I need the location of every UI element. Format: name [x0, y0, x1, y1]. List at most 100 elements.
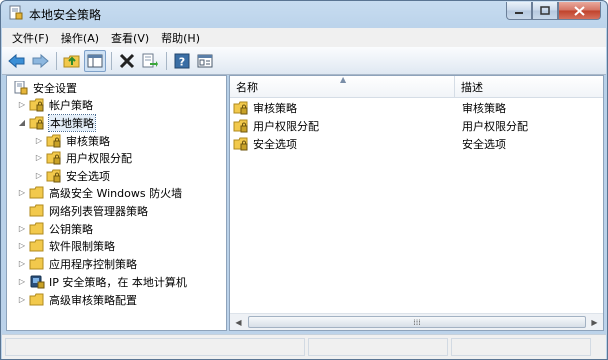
close-button[interactable] — [558, 2, 601, 20]
folder-lock-icon — [46, 134, 61, 147]
tree-item-account-policy[interactable]: ▷ 帐户策略 — [17, 96, 93, 113]
column-header-label: 描述 — [461, 81, 483, 94]
tree-label: 安全选项 — [66, 169, 110, 183]
caption-buttons — [506, 2, 601, 20]
minimize-icon — [515, 11, 523, 14]
minimize-button[interactable] — [506, 2, 532, 20]
status-cell-tertiary — [451, 338, 591, 356]
toolbar-separator — [56, 51, 57, 70]
column-header-label: 名称 — [236, 81, 258, 94]
delete-icon — [119, 53, 135, 68]
show-hide-tree-button[interactable] — [84, 49, 106, 72]
expand-icon[interactable]: ▷ — [17, 100, 27, 109]
expand-icon[interactable]: ▷ — [17, 295, 27, 304]
back-arrow-icon — [8, 53, 25, 68]
expand-icon[interactable]: ▷ — [17, 277, 27, 286]
tree-item-user-rights[interactable]: ▷ 用户权限分配 — [34, 149, 132, 166]
tree-item-advanced-audit[interactable]: ▷ 高级审核策略配置 — [17, 291, 137, 308]
delete-button[interactable] — [116, 50, 138, 72]
folder-lock-icon — [233, 119, 248, 133]
list-item-name: 用户权限分配 — [253, 120, 319, 133]
expand-icon[interactable]: ▷ — [17, 259, 27, 268]
svg-text:?: ? — [179, 55, 185, 68]
tree-item-local-policy[interactable]: ◢ 本地策略 — [17, 113, 96, 132]
folder-icon — [29, 186, 44, 198]
menu-help[interactable]: 帮助(H) — [155, 30, 206, 46]
list-item-name: 审核策略 — [253, 102, 297, 115]
list-item[interactable]: 审核策略 审核策略 — [233, 99, 601, 117]
tree-label: 网络列表管理器策略 — [49, 204, 148, 218]
list-item[interactable]: 安全选项 安全选项 — [233, 135, 601, 153]
folder-icon — [29, 257, 44, 269]
close-icon — [574, 5, 585, 16]
list-pane: 名称 ▲ 描述 审核策略 审核策略 用户权限分配 用户权限分配 安全选项 安全选… — [229, 75, 604, 331]
tree-label-selected: 本地策略 — [48, 113, 96, 132]
grip-icon: ⁞⁞⁞ — [413, 317, 421, 327]
menu-file[interactable]: 文件(F) — [6, 30, 55, 46]
list-item-name: 安全选项 — [253, 138, 297, 151]
menu-action[interactable]: 操作(A) — [55, 30, 105, 46]
tree-item-network-list[interactable]: 网络列表管理器策略 — [17, 202, 148, 219]
scroll-left-icon: ◀ — [235, 317, 242, 327]
column-header-name[interactable]: 名称 ▲ — [230, 75, 454, 98]
tree-label: 用户权限分配 — [66, 151, 132, 165]
tree-item-app-control[interactable]: ▷ 应用程序控制策略 — [17, 255, 137, 272]
tree-label: 公钥策略 — [49, 222, 93, 236]
help-button[interactable]: ? — [171, 50, 193, 72]
folder-icon — [29, 204, 44, 216]
toolbar-separator — [166, 51, 167, 70]
tree-root[interactable]: 安全设置 — [13, 79, 77, 96]
maximize-button[interactable] — [532, 2, 558, 20]
folder-lock-icon — [46, 169, 61, 182]
help-icon: ? — [174, 53, 190, 68]
expand-icon[interactable]: ▷ — [34, 171, 44, 180]
folder-icon — [29, 239, 44, 251]
expand-icon[interactable]: ▷ — [17, 188, 27, 197]
expand-icon[interactable]: ▷ — [34, 153, 44, 162]
folder-lock-icon — [29, 98, 44, 111]
security-settings-icon — [14, 80, 28, 94]
forward-button[interactable] — [29, 50, 51, 72]
menu-bar: 文件(F) 操作(A) 查看(V) 帮助(H) — [2, 28, 606, 47]
tree-item-software-restriction[interactable]: ▷ 软件限制策略 — [17, 237, 115, 254]
expand-icon[interactable]: ▷ — [34, 136, 44, 145]
expand-icon[interactable]: ▷ — [17, 241, 27, 250]
folder-lock-icon — [233, 101, 248, 115]
tree-label: 高级安全 Windows 防火墙 — [49, 186, 183, 200]
tree-pane: 安全设置 ▷ 帐户策略 ◢ 本地策略 ▷ 审核策略 ▷ 用户权限分配 ▷ 安全选… — [6, 75, 227, 331]
up-folder-icon — [63, 55, 80, 67]
show-hide-tree-icon — [87, 54, 103, 67]
tree-label: 帐户策略 — [49, 98, 93, 112]
scrollbar-thumb[interactable]: ⁞⁞⁞ — [248, 316, 586, 328]
column-header-description[interactable]: 描述 — [455, 76, 603, 98]
scroll-right-button[interactable]: ▶ — [586, 314, 603, 330]
app-icon — [9, 5, 23, 20]
horizontal-scrollbar[interactable]: ◀ ⁞⁞⁞ ▶ — [230, 313, 603, 330]
status-bar — [2, 334, 606, 359]
collapse-icon[interactable]: ◢ — [17, 118, 27, 127]
tree-item-public-key[interactable]: ▷ 公钥策略 — [17, 220, 93, 237]
tree-label: 审核策略 — [66, 134, 110, 148]
folder-lock-icon — [46, 151, 61, 164]
tree-item-security-options[interactable]: ▷ 安全选项 — [34, 167, 110, 184]
scroll-left-button[interactable]: ◀ — [230, 314, 247, 330]
tree-label: 安全设置 — [33, 81, 77, 95]
properties-button[interactable] — [194, 50, 216, 72]
tree-item-audit-policy[interactable]: ▷ 审核策略 — [34, 132, 110, 149]
app-window: 本地安全策略 文件(F) 操作(A) 查看(V) 帮助(H) ? 安全设置 ▷ … — [0, 0, 608, 360]
tree-item-ip-security[interactable]: ▷ IP 安全策略，在 本地计算机 — [17, 273, 187, 290]
back-button[interactable] — [6, 50, 28, 72]
list-item[interactable]: 用户权限分配 用户权限分配 — [233, 117, 601, 135]
folder-lock-icon — [29, 116, 44, 129]
folder-icon — [29, 222, 44, 234]
tree-item-firewall[interactable]: ▷ 高级安全 Windows 防火墙 — [17, 184, 182, 201]
menu-view[interactable]: 查看(V) — [105, 30, 155, 46]
tree-label: 应用程序控制策略 — [49, 257, 137, 271]
tree-label: IP 安全策略，在 本地计算机 — [49, 275, 187, 289]
tree-label: 高级审核策略配置 — [49, 293, 137, 307]
maximize-icon — [540, 6, 550, 15]
folder-lock-icon — [233, 137, 248, 151]
expand-icon[interactable]: ▷ — [17, 224, 27, 233]
up-level-button[interactable] — [61, 50, 83, 72]
export-list-button[interactable] — [139, 50, 161, 72]
